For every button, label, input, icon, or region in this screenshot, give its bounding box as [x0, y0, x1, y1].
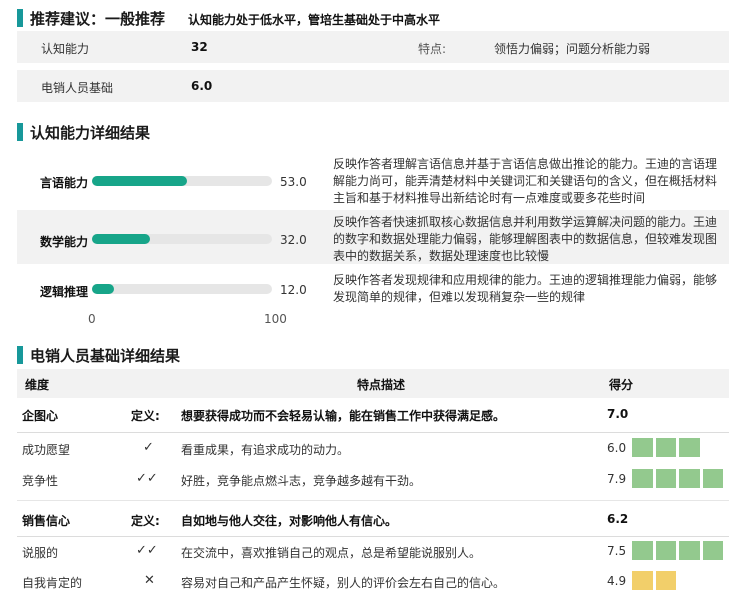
traits-label: 特点:: [418, 42, 447, 56]
section-marker: [17, 346, 23, 364]
divider: [17, 432, 729, 433]
sales-summary-value: 6.0: [191, 79, 213, 93]
axis-max-label: 100: [264, 312, 287, 326]
score-block: [632, 438, 653, 457]
score-blocks: [632, 541, 723, 560]
traits-value: 领悟力偏弱；问题分析能力弱: [494, 42, 651, 56]
cognitive-summary-value: 32: [191, 40, 208, 54]
trait-desc: 好胜，竞争能点燃斗志，竞争越多越有干劲。: [181, 474, 422, 488]
score-block: [655, 541, 676, 560]
trait-desc: 在交流中，喜欢推销自己的观点，总是希望能说服别人。: [181, 546, 482, 560]
group-name: 企图心: [22, 409, 59, 423]
score-block: [632, 571, 653, 590]
score-blocks: [632, 571, 676, 590]
double-check-icon: ✓✓: [136, 543, 158, 558]
axis-min-label: 0: [88, 312, 96, 326]
score-block: [655, 469, 676, 488]
score-blocks: [632, 438, 700, 457]
trait-desc: 看重成果，有追求成功的动力。: [181, 443, 350, 457]
group-definition: 自如地与他人交往，对影响他人有信心。: [181, 514, 398, 528]
trait-desc: 容易对自己和产品产生怀疑，别人的评价会左右自己的信心。: [181, 576, 506, 590]
trait-name: 自我肯定的: [22, 576, 83, 590]
score-blocks: [632, 469, 723, 488]
group-score: 7.0: [607, 407, 629, 421]
trait-name: 成功愿望: [22, 443, 71, 457]
cognitive-item-name: 数学能力: [40, 235, 89, 249]
cognitive-item-desc: 反映作答者快速抓取核心数据信息并利用数学运算解决问题的能力。王迪的数字和数据处理…: [333, 215, 718, 263]
sales-summary-label: 电销人员基础: [41, 81, 114, 95]
trait-score: 7.9: [607, 472, 627, 486]
group-def-label: 定义:: [131, 409, 160, 423]
score-bar-track: [92, 284, 272, 294]
cognitive-item-score: 12.0: [280, 283, 307, 297]
group-score: 6.2: [607, 512, 629, 526]
cross-icon: ✕: [144, 573, 155, 588]
divider: [17, 500, 729, 501]
header-dimension: 维度: [25, 378, 50, 392]
cognitive-summary-label: 认知能力: [41, 42, 90, 56]
score-block: [655, 438, 676, 457]
summary-row-cognitive: 认知能力 32 特点: 领悟力偏弱；问题分析能力弱: [17, 31, 729, 63]
group-definition: 想要获得成功而不会轻易认输，能在销售工作中获得满足感。: [181, 409, 506, 423]
trait-score: 6.0: [607, 441, 627, 455]
score-block: [655, 571, 676, 590]
recommendation-note: 认知能力处于低水平，管培生基础处于中高水平: [188, 13, 441, 27]
header-score: 得分: [609, 378, 634, 392]
score-block: [702, 469, 723, 488]
check-icon: ✓: [143, 440, 154, 455]
group-name: 销售信心: [22, 514, 71, 528]
recommendation-title: 推荐建议：一般推荐: [30, 10, 166, 28]
score-bar-fill: [92, 176, 188, 186]
double-check-icon: ✓✓: [136, 471, 158, 486]
score-bar-track: [92, 234, 272, 244]
table-header: 维度 特点描述 得分: [17, 369, 729, 398]
score-block: [679, 541, 700, 560]
score-bar-fill: [92, 234, 150, 244]
summary-row-sales: 电销人员基础 6.0: [17, 70, 729, 102]
trait-name: 说服的: [22, 546, 59, 560]
score-block: [632, 541, 653, 560]
score-block: [632, 469, 653, 488]
group-def-label: 定义:: [131, 514, 160, 528]
section-marker: [17, 123, 23, 141]
score-block: [679, 469, 700, 488]
cognitive-item-score: 53.0: [280, 175, 307, 189]
cognitive-section-title: 认知能力详细结果: [30, 124, 151, 142]
cognitive-item-score: 32.0: [280, 233, 307, 247]
trait-score: 7.5: [607, 544, 627, 558]
trait-score: 4.9: [607, 574, 627, 588]
trait-name: 竞争性: [22, 474, 59, 488]
cognitive-item-desc: 反映作答者理解言语信息并基于言语信息做出推论的能力。王迪的言语理解能力尚可，能弄…: [333, 157, 718, 205]
divider: [17, 536, 729, 537]
score-block: [679, 438, 700, 457]
score-bar-fill: [92, 284, 114, 294]
score-block: [702, 541, 723, 560]
score-bar-track: [92, 176, 272, 186]
sales-section-title: 电销人员基础详细结果: [30, 347, 181, 365]
header-description: 特点描述: [357, 378, 406, 392]
section-marker: [17, 9, 23, 27]
cognitive-item-name: 逻辑推理: [40, 285, 89, 299]
cognitive-item-name: 言语能力: [40, 176, 89, 190]
cognitive-item-desc: 反映作答者发现规律和应用规律的能力。王迪的逻辑推理能力偏弱，能够发现简单的规律，…: [333, 273, 718, 304]
